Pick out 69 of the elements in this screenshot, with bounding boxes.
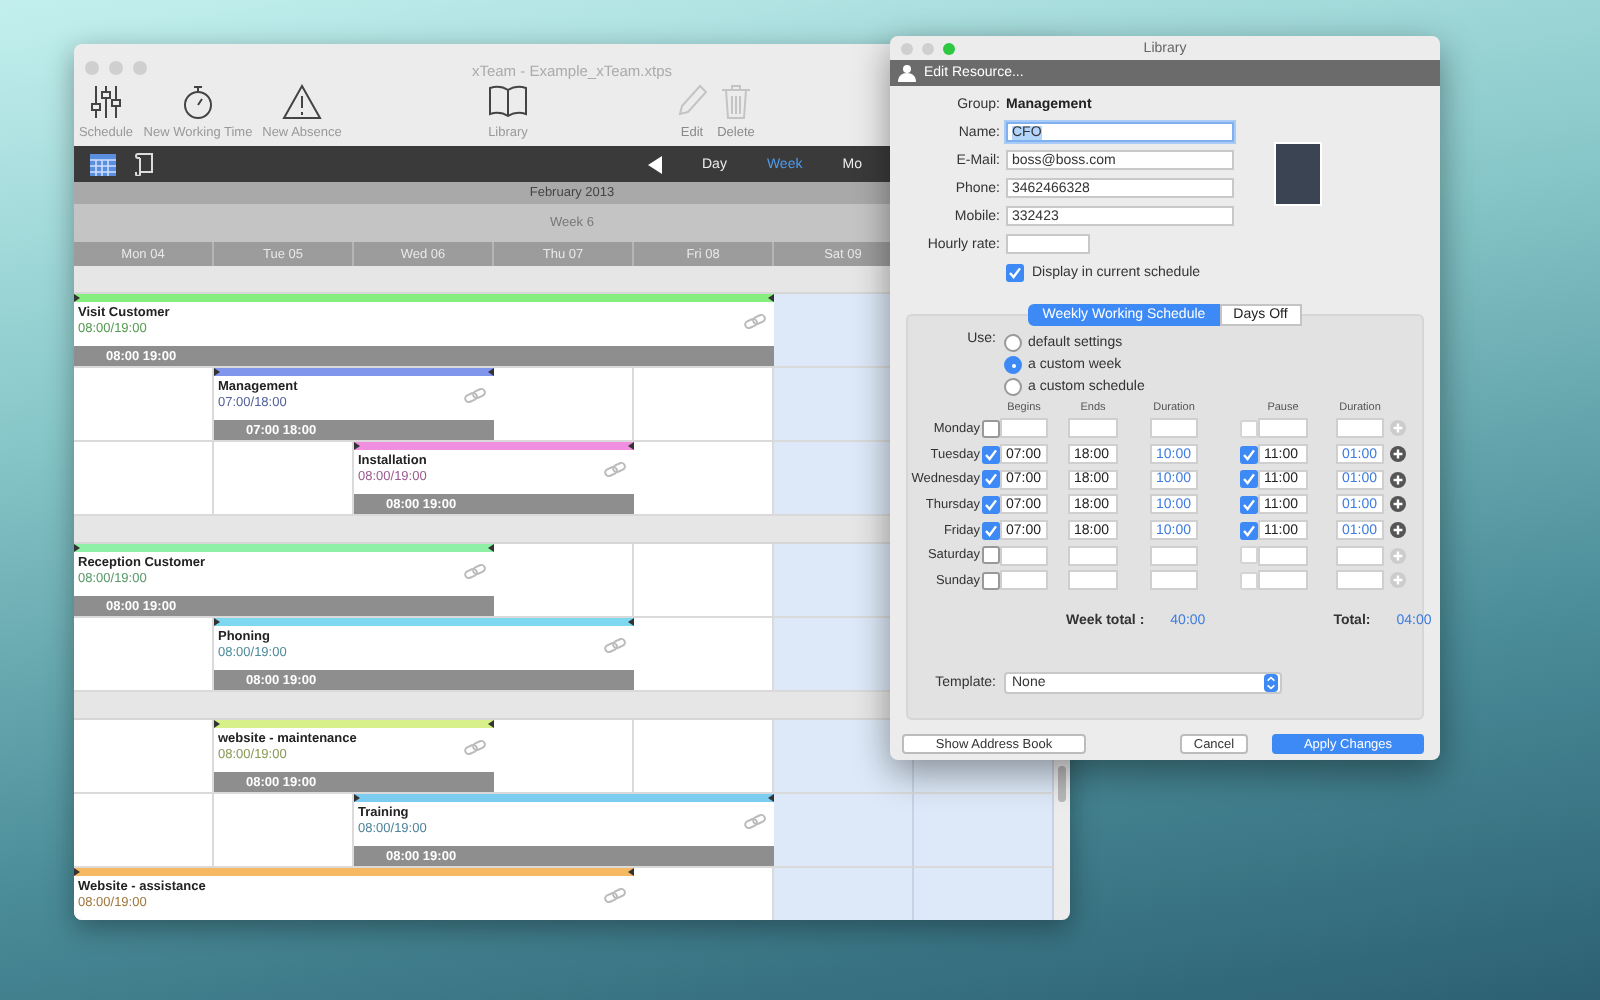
calendar-view-icon[interactable] — [90, 153, 116, 175]
scroll-view-icon[interactable] — [134, 152, 154, 176]
link-icon[interactable] — [604, 462, 626, 478]
add-icon[interactable] — [1390, 496, 1406, 513]
calendar-cell — [774, 794, 914, 868]
checkbox[interactable] — [1239, 470, 1257, 489]
time-field[interactable] — [1258, 418, 1308, 439]
calendar-cell — [74, 794, 214, 868]
calendar-cell — [214, 794, 354, 868]
window-controls-icon[interactable] — [900, 42, 960, 56]
calendar-cell — [494, 368, 634, 442]
link-icon[interactable] — [604, 888, 626, 904]
checkbox[interactable] — [981, 419, 999, 438]
stopwatch-icon — [182, 84, 214, 120]
radio-button[interactable] — [1004, 378, 1022, 396]
stepper-icon — [1264, 673, 1278, 692]
link-icon[interactable] — [744, 314, 766, 330]
duration-field[interactable] — [1336, 545, 1384, 566]
book-icon — [488, 84, 528, 120]
trash-icon — [720, 84, 752, 120]
link-icon[interactable] — [464, 740, 486, 756]
checkbox[interactable] — [1239, 521, 1257, 540]
duration-field[interactable] — [1150, 418, 1198, 439]
time-field[interactable] — [1000, 570, 1048, 591]
checkbox[interactable] — [981, 470, 999, 489]
time-field[interactable] — [1068, 545, 1118, 566]
radio-button[interactable] — [1004, 356, 1022, 374]
window-controls-icon[interactable] — [84, 60, 152, 76]
checkbox[interactable] — [1239, 495, 1257, 514]
calendar-cell — [774, 720, 914, 794]
add-icon[interactable] — [1390, 446, 1406, 463]
link-icon[interactable] — [464, 388, 486, 404]
link-icon[interactable] — [464, 564, 486, 580]
calendar-cell — [774, 868, 914, 920]
input-field[interactable] — [1006, 234, 1090, 254]
time-field[interactable] — [1068, 418, 1118, 439]
add-icon[interactable] — [1390, 471, 1406, 488]
checkbox[interactable] — [1006, 264, 1024, 282]
duration-field[interactable] — [1336, 570, 1384, 591]
checkbox[interactable] — [981, 571, 999, 590]
duration-field[interactable] — [1150, 545, 1198, 566]
radio-button[interactable] — [1004, 334, 1022, 352]
time-field[interactable] — [1258, 570, 1308, 591]
checkbox[interactable] — [981, 546, 999, 565]
duration-field[interactable] — [1336, 418, 1384, 439]
time-field[interactable] — [1258, 545, 1308, 566]
sliders-icon — [90, 84, 122, 120]
duration-field[interactable] — [1150, 570, 1198, 591]
warning-icon — [282, 84, 322, 120]
person-icon — [898, 64, 916, 82]
pencil-icon — [676, 84, 708, 120]
add-icon[interactable] — [1390, 522, 1406, 539]
scrollbar-thumb[interactable] — [1058, 766, 1066, 802]
checkbox[interactable] — [1239, 445, 1257, 464]
calendar-cell — [74, 368, 214, 442]
link-icon[interactable] — [604, 638, 626, 654]
time-field[interactable] — [1068, 570, 1118, 591]
calendar-cell — [914, 794, 1054, 868]
photo-placeholder — [1274, 142, 1322, 206]
time-field[interactable] — [1000, 418, 1048, 439]
checkbox[interactable] — [981, 495, 999, 514]
calendar-cell — [914, 868, 1054, 920]
calendar-cell — [634, 868, 774, 920]
checkbox[interactable] — [981, 521, 999, 540]
previous-icon[interactable] — [648, 155, 662, 173]
calendar-cell — [634, 368, 774, 442]
link-icon[interactable] — [744, 814, 766, 830]
checkbox[interactable] — [981, 445, 999, 464]
time-field[interactable] — [1000, 545, 1048, 566]
